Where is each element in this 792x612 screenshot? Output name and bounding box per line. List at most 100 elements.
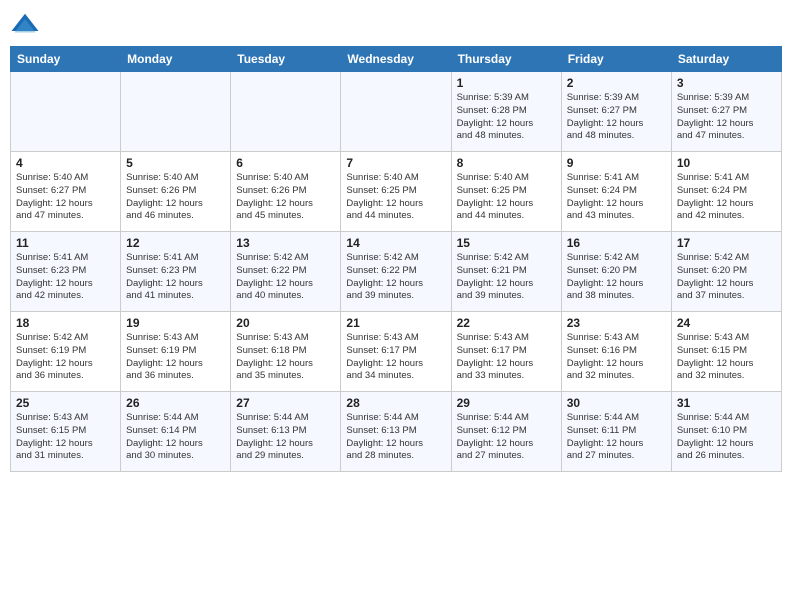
day-info: Sunrise: 5:41 AM Sunset: 6:24 PM Dayligh… bbox=[567, 172, 666, 223]
day-info: Sunrise: 5:42 AM Sunset: 6:22 PM Dayligh… bbox=[346, 252, 445, 303]
day-info: Sunrise: 5:44 AM Sunset: 6:14 PM Dayligh… bbox=[126, 412, 225, 463]
day-number: 19 bbox=[126, 316, 225, 330]
day-info: Sunrise: 5:42 AM Sunset: 6:20 PM Dayligh… bbox=[677, 252, 776, 303]
day-header-sunday: Sunday bbox=[11, 47, 121, 72]
day-info: Sunrise: 5:39 AM Sunset: 6:27 PM Dayligh… bbox=[677, 92, 776, 143]
calendar-cell: 18 Sunrise: 5:42 AM Sunset: 6:19 PM Dayli… bbox=[11, 312, 121, 392]
day-info: Sunrise: 5:43 AM Sunset: 6:16 PM Dayligh… bbox=[567, 332, 666, 383]
day-number: 4 bbox=[16, 156, 115, 170]
day-number: 17 bbox=[677, 236, 776, 250]
day-number: 25 bbox=[16, 396, 115, 410]
week-row-1: 4Sunrise: 5:40 AM Sunset: 6:27 PM Daylig… bbox=[11, 152, 782, 232]
week-row-3: 18 Sunrise: 5:42 AM Sunset: 6:19 PM Dayli… bbox=[11, 312, 782, 392]
day-info: Sunrise: 5:42 AM Sunset: 6:20 PM Dayligh… bbox=[567, 252, 666, 303]
day-number: 1 bbox=[457, 76, 556, 90]
calendar-cell: 30 Sunrise: 5:44 AM Sunset: 6:11 PM Dayli… bbox=[561, 392, 671, 472]
day-number: 2 bbox=[567, 76, 666, 90]
calendar-cell: 28 Sunrise: 5:44 AM Sunset: 6:13 PM Dayli… bbox=[341, 392, 451, 472]
page-header bbox=[10, 10, 782, 40]
calendar-cell: 6 Sunrise: 5:40 AM Sunset: 6:26 PM Daylig… bbox=[231, 152, 341, 232]
calendar-cell: 25Sunrise: 5:43 AM Sunset: 6:15 PM Dayli… bbox=[11, 392, 121, 472]
calendar-cell: 27 Sunrise: 5:44 AM Sunset: 6:13 PM Dayli… bbox=[231, 392, 341, 472]
calendar-cell: 21 Sunrise: 5:43 AM Sunset: 6:17 PM Dayli… bbox=[341, 312, 451, 392]
calendar-cell: 9 Sunrise: 5:41 AM Sunset: 6:24 PM Daylig… bbox=[561, 152, 671, 232]
logo bbox=[10, 10, 44, 40]
day-info: Sunrise: 5:43 AM Sunset: 6:17 PM Dayligh… bbox=[346, 332, 445, 383]
day-info: Sunrise: 5:42 AM Sunset: 6:19 PM Dayligh… bbox=[16, 332, 115, 383]
day-number: 30 bbox=[567, 396, 666, 410]
day-header-row: SundayMondayTuesdayWednesdayThursdayFrid… bbox=[11, 47, 782, 72]
calendar-cell bbox=[11, 72, 121, 152]
day-info: Sunrise: 5:40 AM Sunset: 6:25 PM Dayligh… bbox=[457, 172, 556, 223]
calendar-cell: 10Sunrise: 5:41 AM Sunset: 6:24 PM Dayli… bbox=[671, 152, 781, 232]
day-number: 5 bbox=[126, 156, 225, 170]
day-number: 8 bbox=[457, 156, 556, 170]
day-number: 9 bbox=[567, 156, 666, 170]
day-info: Sunrise: 5:42 AM Sunset: 6:22 PM Dayligh… bbox=[236, 252, 335, 303]
day-number: 16 bbox=[567, 236, 666, 250]
day-info: Sunrise: 5:41 AM Sunset: 6:23 PM Dayligh… bbox=[16, 252, 115, 303]
day-info: Sunrise: 5:40 AM Sunset: 6:25 PM Dayligh… bbox=[346, 172, 445, 223]
day-info: Sunrise: 5:39 AM Sunset: 6:27 PM Dayligh… bbox=[567, 92, 666, 143]
calendar-cell: 5Sunrise: 5:40 AM Sunset: 6:26 PM Daylig… bbox=[121, 152, 231, 232]
day-number: 23 bbox=[567, 316, 666, 330]
calendar-cell: 11Sunrise: 5:41 AM Sunset: 6:23 PM Dayli… bbox=[11, 232, 121, 312]
calendar-cell: 15Sunrise: 5:42 AM Sunset: 6:21 PM Dayli… bbox=[451, 232, 561, 312]
day-header-monday: Monday bbox=[121, 47, 231, 72]
calendar-cell: 2 Sunrise: 5:39 AM Sunset: 6:27 PM Daylig… bbox=[561, 72, 671, 152]
day-info: Sunrise: 5:44 AM Sunset: 6:10 PM Dayligh… bbox=[677, 412, 776, 463]
calendar-cell: 3 Sunrise: 5:39 AM Sunset: 6:27 PM Daylig… bbox=[671, 72, 781, 152]
day-number: 13 bbox=[236, 236, 335, 250]
day-info: Sunrise: 5:44 AM Sunset: 6:11 PM Dayligh… bbox=[567, 412, 666, 463]
calendar-cell bbox=[121, 72, 231, 152]
calendar-cell: 7 Sunrise: 5:40 AM Sunset: 6:25 PM Daylig… bbox=[341, 152, 451, 232]
calendar-cell bbox=[231, 72, 341, 152]
day-info: Sunrise: 5:43 AM Sunset: 6:15 PM Dayligh… bbox=[677, 332, 776, 383]
calendar-cell: 26 Sunrise: 5:44 AM Sunset: 6:14 PM Dayli… bbox=[121, 392, 231, 472]
calendar-cell: 1 Sunrise: 5:39 AM Sunset: 6:28 PM Daylig… bbox=[451, 72, 561, 152]
day-number: 21 bbox=[346, 316, 445, 330]
day-header-thursday: Thursday bbox=[451, 47, 561, 72]
day-number: 20 bbox=[236, 316, 335, 330]
day-info: Sunrise: 5:44 AM Sunset: 6:13 PM Dayligh… bbox=[346, 412, 445, 463]
day-number: 22 bbox=[457, 316, 556, 330]
day-number: 6 bbox=[236, 156, 335, 170]
day-info: Sunrise: 5:43 AM Sunset: 6:17 PM Dayligh… bbox=[457, 332, 556, 383]
calendar-cell: 29Sunrise: 5:44 AM Sunset: 6:12 PM Dayli… bbox=[451, 392, 561, 472]
day-info: Sunrise: 5:44 AM Sunset: 6:13 PM Dayligh… bbox=[236, 412, 335, 463]
day-number: 26 bbox=[126, 396, 225, 410]
week-row-4: 25Sunrise: 5:43 AM Sunset: 6:15 PM Dayli… bbox=[11, 392, 782, 472]
calendar-table: SundayMondayTuesdayWednesdayThursdayFrid… bbox=[10, 46, 782, 472]
day-header-wednesday: Wednesday bbox=[341, 47, 451, 72]
day-number: 12 bbox=[126, 236, 225, 250]
day-number: 18 bbox=[16, 316, 115, 330]
day-number: 27 bbox=[236, 396, 335, 410]
day-number: 14 bbox=[346, 236, 445, 250]
day-info: Sunrise: 5:39 AM Sunset: 6:28 PM Dayligh… bbox=[457, 92, 556, 143]
calendar-cell bbox=[341, 72, 451, 152]
calendar-cell: 16 Sunrise: 5:42 AM Sunset: 6:20 PM Dayli… bbox=[561, 232, 671, 312]
day-header-tuesday: Tuesday bbox=[231, 47, 341, 72]
calendar-cell: 20Sunrise: 5:43 AM Sunset: 6:18 PM Dayli… bbox=[231, 312, 341, 392]
calendar-cell: 14 Sunrise: 5:42 AM Sunset: 6:22 PM Dayli… bbox=[341, 232, 451, 312]
day-number: 24 bbox=[677, 316, 776, 330]
week-row-2: 11Sunrise: 5:41 AM Sunset: 6:23 PM Dayli… bbox=[11, 232, 782, 312]
day-number: 15 bbox=[457, 236, 556, 250]
day-number: 28 bbox=[346, 396, 445, 410]
day-header-saturday: Saturday bbox=[671, 47, 781, 72]
calendar-cell: 17 Sunrise: 5:42 AM Sunset: 6:20 PM Dayli… bbox=[671, 232, 781, 312]
week-row-0: 1 Sunrise: 5:39 AM Sunset: 6:28 PM Daylig… bbox=[11, 72, 782, 152]
day-number: 3 bbox=[677, 76, 776, 90]
day-number: 29 bbox=[457, 396, 556, 410]
calendar-cell: 13 Sunrise: 5:42 AM Sunset: 6:22 PM Dayli… bbox=[231, 232, 341, 312]
day-info: Sunrise: 5:41 AM Sunset: 6:23 PM Dayligh… bbox=[126, 252, 225, 303]
day-info: Sunrise: 5:40 AM Sunset: 6:26 PM Dayligh… bbox=[236, 172, 335, 223]
calendar-cell: 24 Sunrise: 5:43 AM Sunset: 6:15 PM Dayli… bbox=[671, 312, 781, 392]
calendar-cell: 22 Sunrise: 5:43 AM Sunset: 6:17 PM Dayli… bbox=[451, 312, 561, 392]
day-number: 31 bbox=[677, 396, 776, 410]
calendar-cell: 23 Sunrise: 5:43 AM Sunset: 6:16 PM Dayli… bbox=[561, 312, 671, 392]
day-number: 7 bbox=[346, 156, 445, 170]
logo-icon bbox=[10, 10, 40, 40]
day-header-friday: Friday bbox=[561, 47, 671, 72]
calendar-cell: 12 Sunrise: 5:41 AM Sunset: 6:23 PM Dayli… bbox=[121, 232, 231, 312]
